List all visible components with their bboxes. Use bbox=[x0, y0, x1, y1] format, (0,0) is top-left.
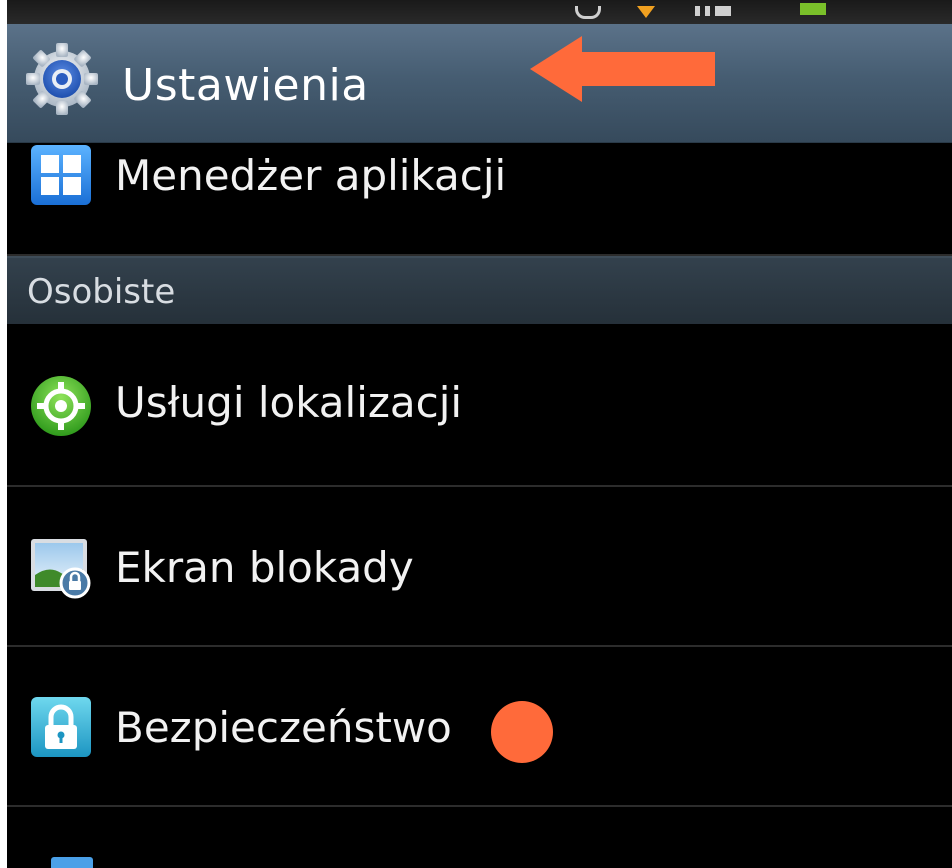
battery-icon bbox=[800, 3, 826, 15]
settings-gear-icon bbox=[26, 43, 98, 115]
settings-item-label: Bezpieczeństwo bbox=[115, 703, 452, 752]
next-item-icon bbox=[51, 857, 93, 868]
section-header-label: Osobiste bbox=[27, 272, 176, 312]
settings-item-application-manager[interactable]: Menedżer aplikacji bbox=[7, 143, 952, 256]
download-icon bbox=[637, 6, 655, 18]
settings-item-next[interactable] bbox=[7, 807, 952, 868]
annotation-arrow bbox=[530, 36, 715, 102]
annotation-dot bbox=[491, 701, 553, 763]
alarm-icon bbox=[575, 6, 601, 19]
settings-item-label: Ekran blokady bbox=[115, 543, 414, 592]
location-icon bbox=[31, 376, 91, 436]
security-lock-icon bbox=[31, 697, 91, 757]
settings-item-security[interactable]: Bezpieczeństwo bbox=[7, 647, 952, 807]
signal-icon bbox=[695, 6, 731, 16]
settings-item-label: Menedżer aplikacji bbox=[115, 151, 507, 200]
page-title: Ustawienia bbox=[122, 60, 369, 111]
settings-screen: Ustawienia Menedżer aplikacji Osobiste U… bbox=[7, 0, 952, 868]
settings-item-label: Usługi lokalizacji bbox=[115, 378, 463, 427]
status-bar bbox=[7, 0, 952, 24]
settings-item-lock-screen[interactable]: Ekran blokady bbox=[7, 487, 952, 647]
lock-screen-icon bbox=[31, 539, 91, 599]
title-bar: Ustawienia bbox=[7, 24, 952, 143]
section-header-personal: Osobiste bbox=[7, 256, 952, 326]
settings-item-location-services[interactable]: Usługi lokalizacji bbox=[7, 324, 952, 487]
app-manager-icon bbox=[31, 145, 91, 205]
